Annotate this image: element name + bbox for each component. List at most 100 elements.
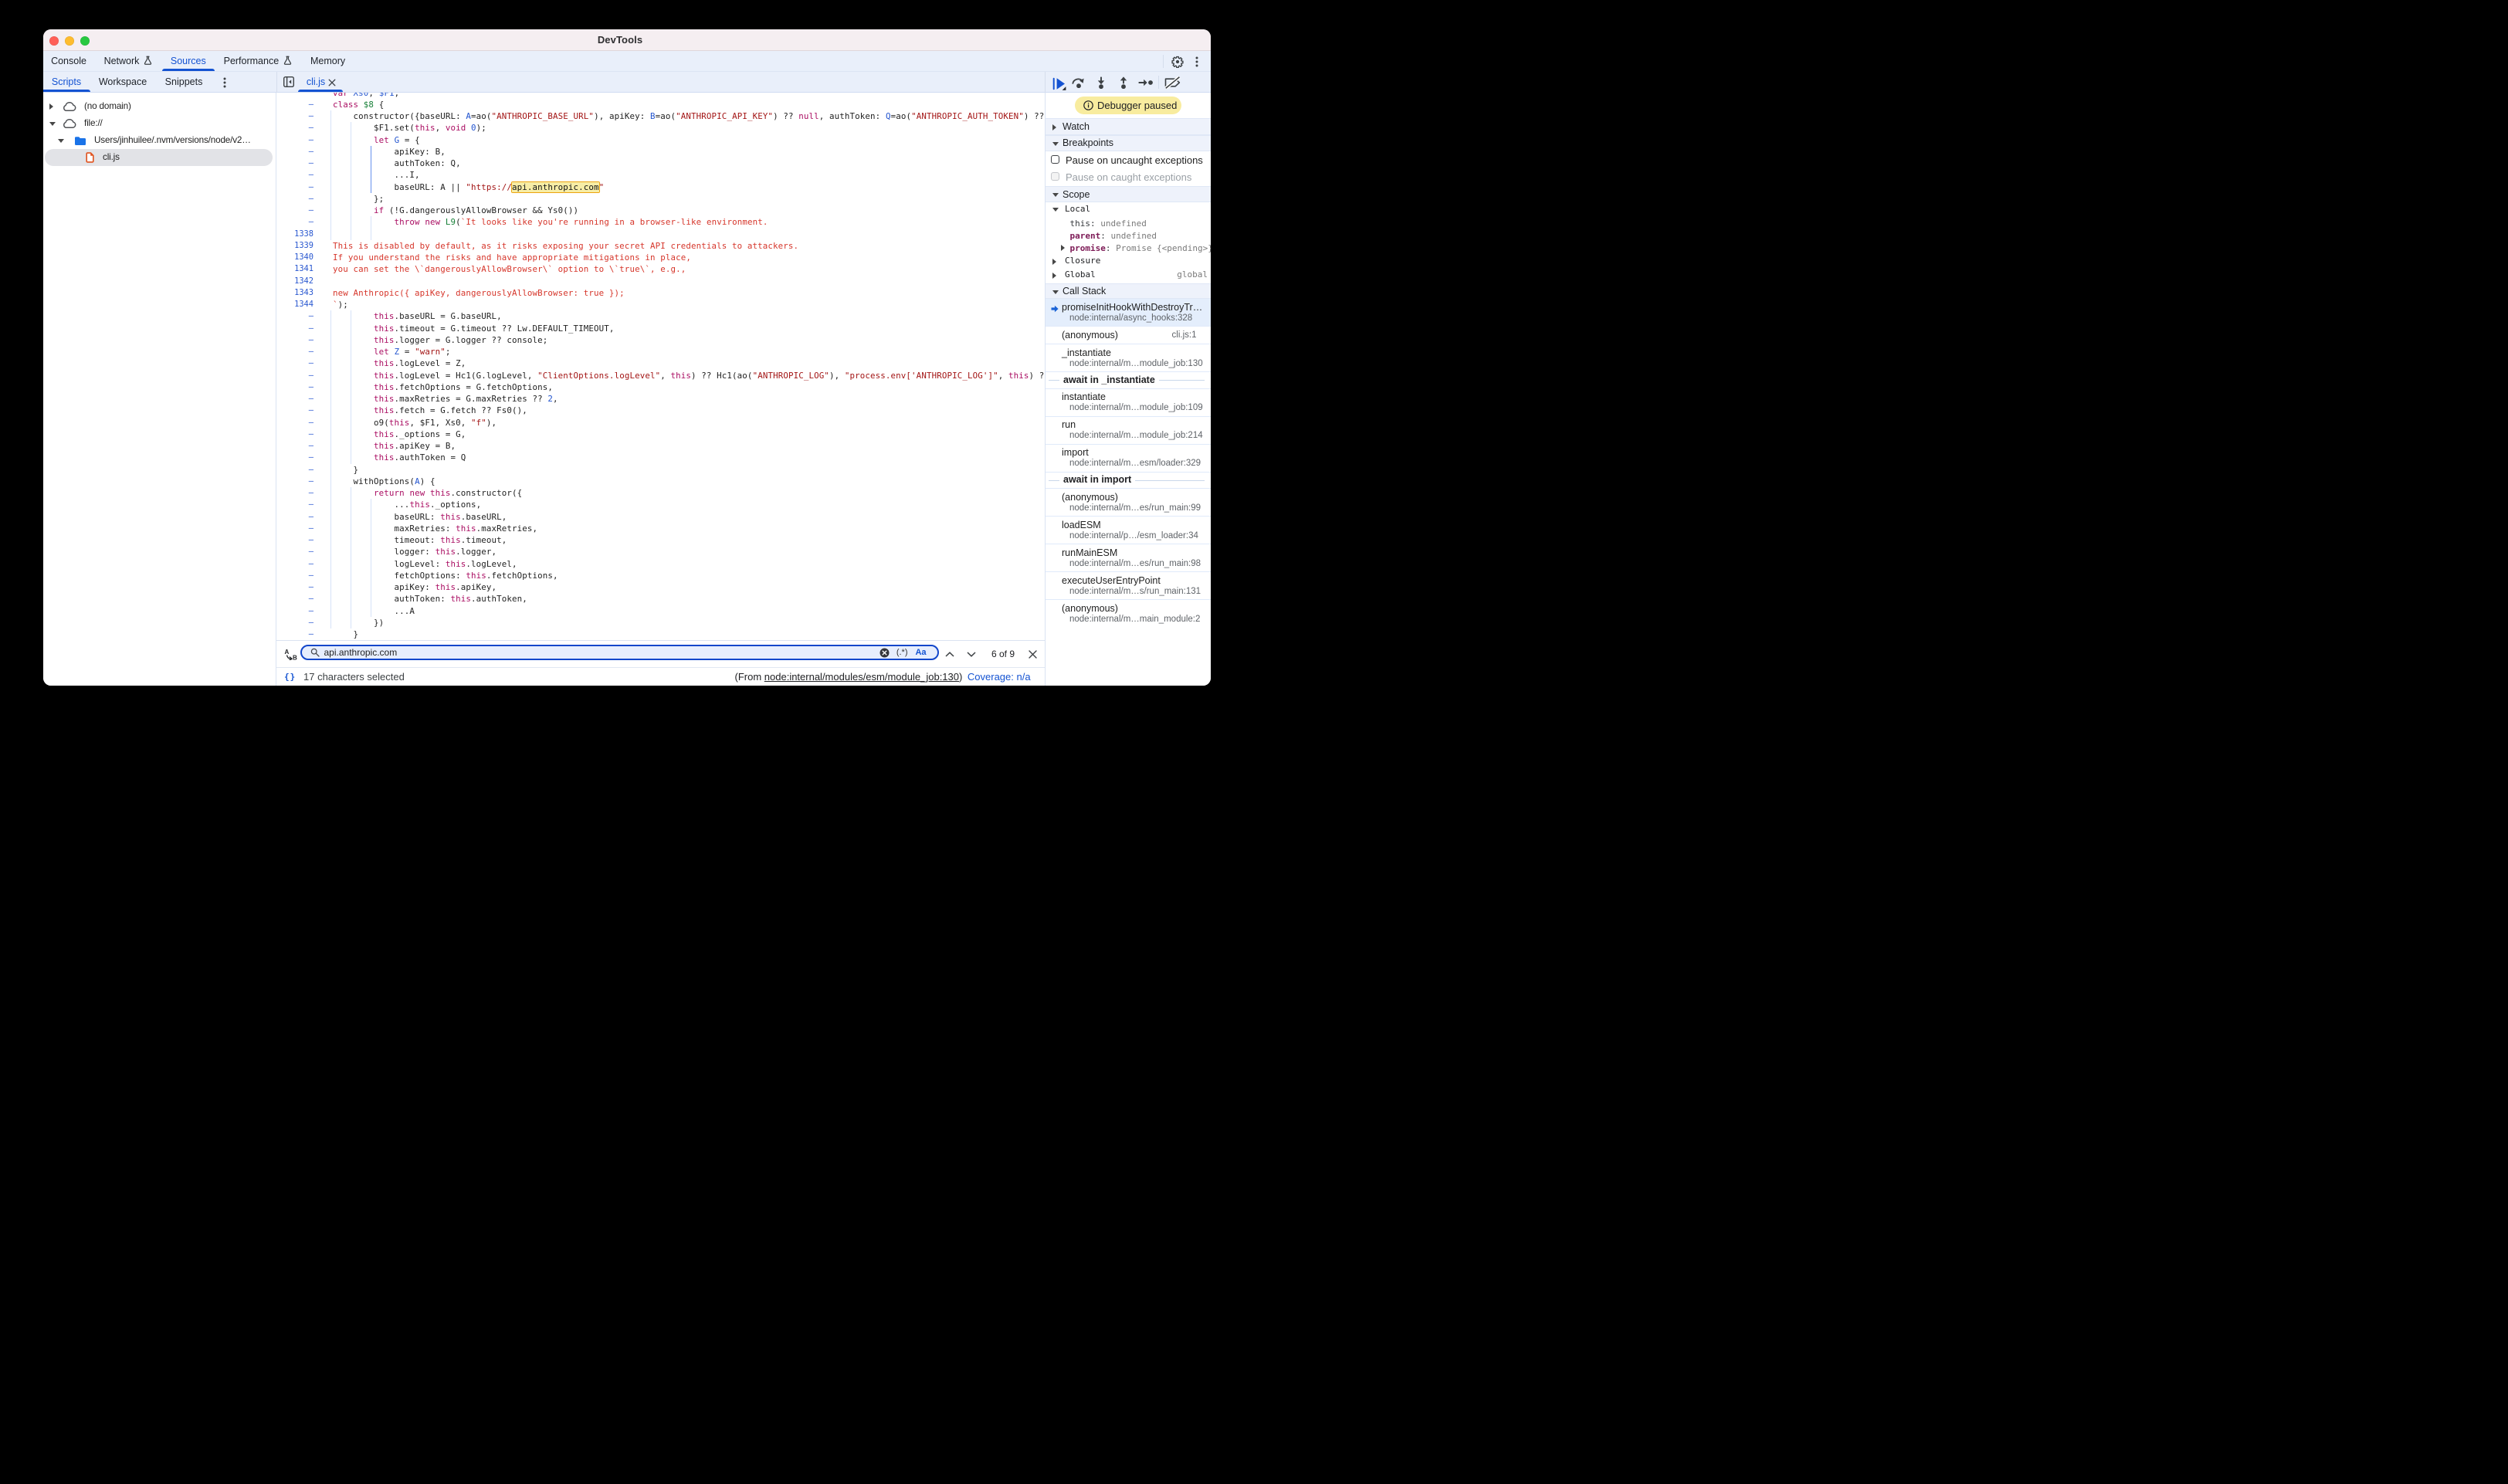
gutter-line-number[interactable]: – (276, 581, 314, 593)
expand-arrow-icon[interactable] (49, 122, 56, 126)
tree-item-cli-js[interactable]: cli.js (43, 149, 276, 166)
regex-toggle[interactable]: (.*) (896, 646, 908, 659)
gutter-line-number[interactable]: 1344 (276, 299, 314, 310)
close-search-icon[interactable] (1029, 650, 1037, 659)
call-stack-frame[interactable]: runMainESMnode:internal/m…es/run_main:98 (1046, 544, 1211, 572)
code-editor[interactable]: var Xs0, $F1;–class $8 {– constructor({b… (276, 93, 1045, 640)
gutter-line-number[interactable]: – (276, 617, 314, 628)
tree-item-file-[interactable]: file:// (43, 115, 276, 132)
panel-tab-network[interactable]: Network (104, 51, 140, 71)
previous-match-icon[interactable] (945, 652, 954, 657)
gutter-line-number[interactable]: – (276, 146, 314, 158)
gutter-line-number[interactable]: 1338 (276, 229, 314, 240)
nav-more-kebab-icon[interactable] (223, 77, 226, 88)
step-over-icon[interactable] (1072, 77, 1085, 88)
gutter-line-number[interactable]: – (276, 158, 314, 169)
match-case-toggle[interactable]: Aa (915, 646, 926, 659)
gutter-line-number[interactable]: – (276, 440, 314, 452)
gutter-line-number[interactable]: – (276, 193, 314, 205)
gutter-line-number[interactable]: 1340 (276, 252, 314, 263)
disclosure-triangle-icon[interactable] (1052, 273, 1056, 279)
gutter-line-number[interactable]: – (276, 381, 314, 393)
gutter-line-number[interactable]: – (276, 346, 314, 357)
call-stack-frame[interactable]: loadESMnode:internal/p…/esm_loader:34 (1046, 517, 1211, 544)
gutter-line-number[interactable]: – (276, 570, 314, 581)
gutter-line-number[interactable]: 1343 (276, 287, 314, 299)
gutter-line-number[interactable]: – (276, 181, 314, 193)
deactivate-breakpoints-icon[interactable] (1164, 76, 1181, 89)
call-stack-frame[interactable]: runnode:internal/m…module_job:214 (1046, 417, 1211, 445)
step-out-icon[interactable] (1119, 76, 1128, 89)
step-into-icon[interactable] (1096, 76, 1106, 89)
tree-item-users-jinhuilee-nvm-versions-node-v2-[interactable]: Users/jinhuilee/.nvm/versions/node/v2… (43, 132, 276, 149)
next-match-icon[interactable] (967, 652, 976, 657)
scope-row[interactable]: Local (1046, 202, 1211, 217)
pretty-print-icon[interactable]: {} (284, 672, 296, 682)
checkbox[interactable] (1051, 155, 1059, 164)
gutter-line-number[interactable]: – (276, 452, 314, 463)
disclosure-triangle-icon[interactable] (1061, 245, 1065, 251)
main-menu-kebab-icon[interactable] (1195, 56, 1198, 67)
gutter-line-number[interactable]: – (276, 476, 314, 487)
scope-row[interactable]: Closure (1046, 254, 1211, 269)
call-stack-frame[interactable]: instantiatenode:internal/m…module_job:10… (1046, 389, 1211, 417)
section-watch[interactable]: Watch (1046, 118, 1211, 135)
gutter-line-number[interactable]: – (276, 464, 314, 476)
replace-toggle-icon[interactable]: AB (284, 649, 298, 660)
gutter-line-number[interactable]: – (276, 534, 314, 546)
gutter-line-number[interactable]: – (276, 216, 314, 228)
close-tab-icon[interactable] (328, 79, 336, 86)
gutter-line-number[interactable]: – (276, 323, 314, 334)
call-stack-frame[interactable]: (anonymous)cli.js:1 (1046, 327, 1211, 344)
gutter-line-number[interactable]: – (276, 110, 314, 122)
scope-row[interactable]: promisePromise {<pending>}: (1046, 242, 1211, 254)
coverage-link[interactable]: Coverage: n/a (968, 671, 1031, 683)
scope-row[interactable]: Globalglobal (1046, 268, 1211, 283)
gutter-line-number[interactable]: – (276, 499, 314, 510)
resume-script-icon[interactable] (1052, 77, 1066, 90)
panel-tab-performance[interactable]: Performance (224, 51, 280, 71)
gutter-line-number[interactable]: – (276, 558, 314, 570)
settings-gear-icon[interactable] (1171, 56, 1184, 68)
gutter-line-number[interactable]: – (276, 357, 314, 369)
gutter-line-number[interactable]: – (276, 122, 314, 134)
disclosure-triangle-icon[interactable] (1052, 259, 1056, 265)
disclosure-triangle-icon[interactable] (1052, 208, 1059, 212)
scope-row[interactable]: thisundefined: (1046, 217, 1211, 229)
gutter-line-number[interactable]: 1339 (276, 240, 314, 252)
expand-arrow-icon[interactable] (58, 139, 64, 143)
breakpoint-checkbox-row[interactable]: Pause on caught exceptions (1046, 168, 1211, 185)
nav-tab-workspace[interactable]: Workspace (99, 72, 147, 92)
call-stack-frame[interactable]: _instantiatenode:internal/m…module_job:1… (1046, 344, 1211, 372)
step-icon[interactable] (1138, 79, 1153, 86)
panel-tab-console[interactable]: Console (51, 51, 86, 71)
scope-row[interactable]: parentundefined: (1046, 229, 1211, 242)
panel-tab-memory[interactable]: Memory (310, 51, 345, 71)
call-stack-frame[interactable]: (anonymous)node:internal/m…es/run_main:9… (1046, 489, 1211, 517)
call-stack-frame[interactable]: (anonymous)node:internal/m…main_module:2 (1046, 600, 1211, 628)
call-stack-frame[interactable]: importnode:internal/m…esm/loader:329 (1046, 445, 1211, 473)
gutter-line-number[interactable]: – (276, 99, 314, 110)
gutter-line-number[interactable]: – (276, 405, 314, 416)
gutter-line-number[interactable]: – (276, 628, 314, 639)
gutter-line-number[interactable]: – (276, 511, 314, 523)
gutter-line-number[interactable]: – (276, 429, 314, 440)
gutter-line-number[interactable]: – (276, 134, 314, 146)
gutter-line-number[interactable]: – (276, 393, 314, 405)
search-input[interactable]: api.anthropic.com (.*) Aa (300, 645, 939, 660)
gutter-line-number[interactable]: 1342 (276, 276, 314, 287)
gutter-line-number[interactable]: – (276, 310, 314, 322)
gutter-line-number[interactable]: – (276, 605, 314, 617)
expand-arrow-icon[interactable] (49, 103, 53, 110)
gutter-line-number[interactable]: – (276, 370, 314, 381)
gutter-line-number[interactable]: – (276, 334, 314, 346)
gutter-line-number[interactable]: – (276, 487, 314, 499)
section-scope[interactable]: Scope (1046, 186, 1211, 202)
collapse-sidebar-icon[interactable] (283, 76, 294, 87)
search-query-text[interactable]: api.anthropic.com (324, 646, 398, 659)
call-stack-frame[interactable]: executeUserEntryPointnode:internal/m…s/r… (1046, 572, 1211, 600)
section-call-stack[interactable]: Call Stack (1046, 283, 1211, 299)
section-breakpoints[interactable]: Breakpoints (1046, 135, 1211, 152)
call-stack-frame-active[interactable]: promiseInitHookWithDestroyTr…node:intern… (1046, 299, 1211, 327)
tree-item--no-domain-[interactable]: (no domain) (43, 98, 276, 115)
